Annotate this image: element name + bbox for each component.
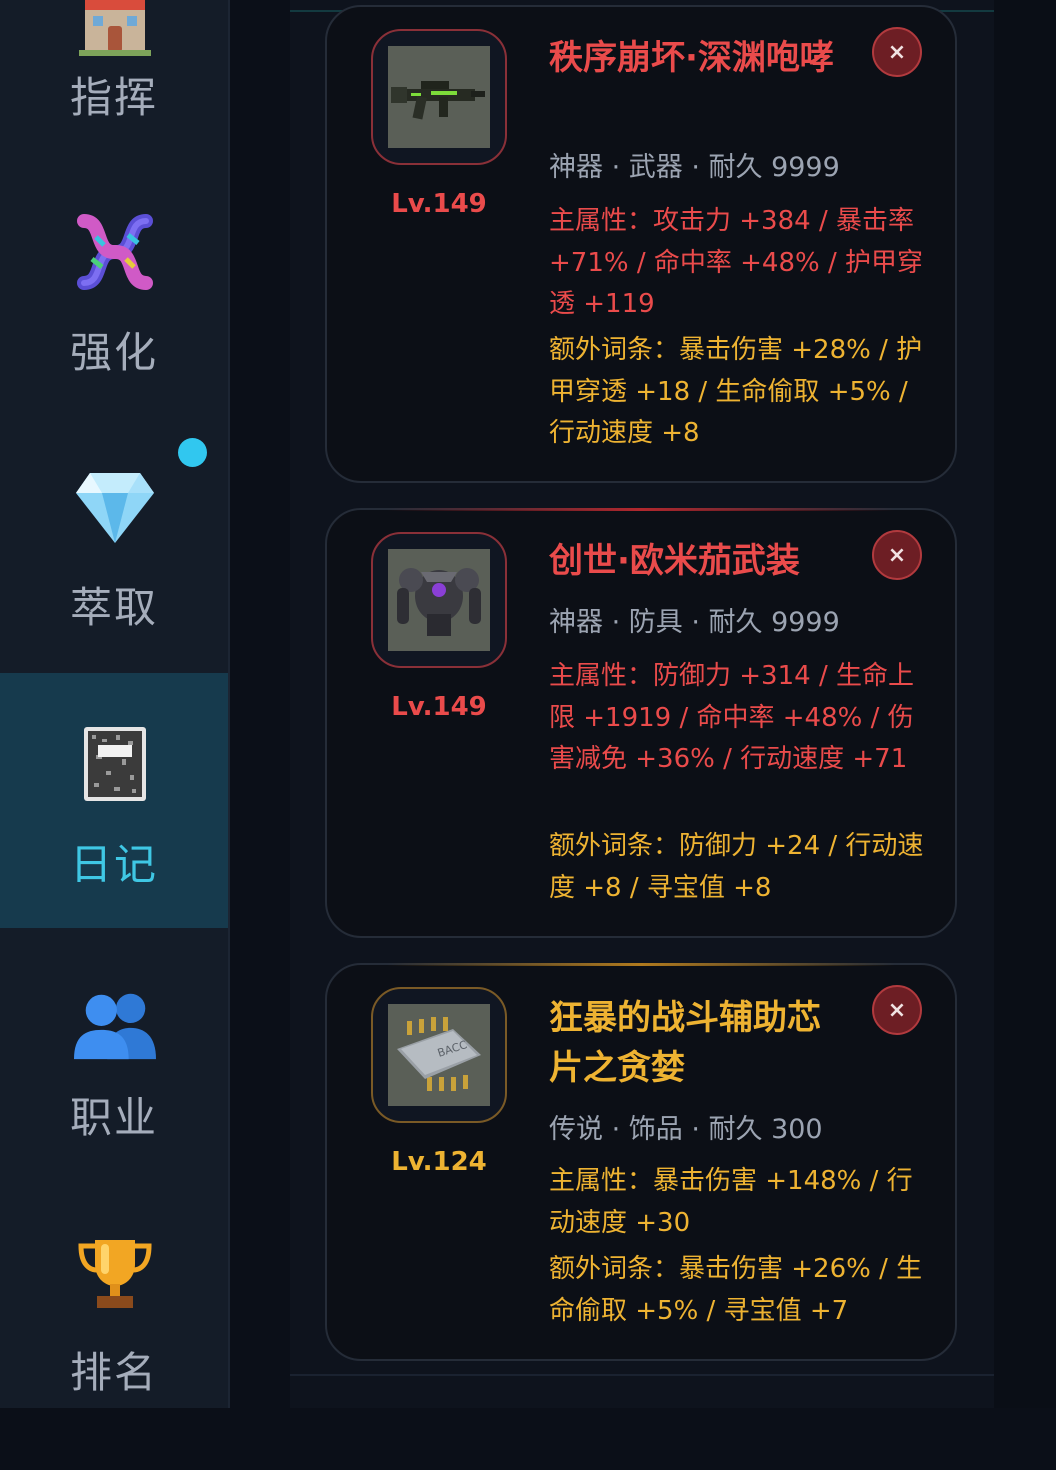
item-thumbnail[interactable]: BACC bbox=[371, 987, 507, 1123]
close-button[interactable]: × bbox=[872, 985, 922, 1035]
gem-icon bbox=[74, 466, 156, 548]
item-meta: 神器 · 武器 · 耐久 9999 bbox=[549, 152, 840, 183]
sidebar-item-ranking[interactable]: 排名 bbox=[0, 1215, 228, 1470]
sidebar-item-label: 排名 bbox=[69, 1348, 158, 1397]
sidebar: 指挥 强化 萃取 日记 职业 排名 bbox=[0, 0, 230, 1408]
dna-icon bbox=[74, 211, 156, 293]
close-button[interactable]: × bbox=[872, 530, 922, 580]
item-meta: 神器 · 防具 · 耐久 9999 bbox=[549, 607, 840, 638]
right-margin bbox=[994, 0, 1056, 1408]
building-icon bbox=[74, 0, 156, 67]
trophy-icon bbox=[74, 1233, 156, 1315]
close-icon: × bbox=[887, 542, 907, 568]
item-extra-stats: 额外词条：防御力 +24 / 行动速度 +8 / 寻宝值 +8 bbox=[549, 831, 924, 903]
item-card: Lv.149 秩序崩坏·深渊咆哮 × 神器 · 武器 · 耐久 9999 主属性… bbox=[325, 5, 957, 483]
divider bbox=[290, 1374, 994, 1376]
sidebar-item-label: 职业 bbox=[69, 1093, 158, 1142]
item-level: Lv.124 bbox=[391, 1147, 487, 1177]
close-button[interactable]: × bbox=[872, 27, 922, 77]
item-meta: 传说 · 饰品 · 耐久 300 bbox=[549, 1114, 823, 1145]
item-title: 创世·欧米茄武装 bbox=[549, 541, 800, 581]
notebook-icon bbox=[74, 723, 156, 805]
item-main-stats: 主属性：暴击伤害 +148% / 行动速度 +30 bbox=[549, 1166, 913, 1238]
sidebar-item-label: 日记 bbox=[69, 840, 158, 889]
equipment-list: Lv.149 秩序崩坏·深渊咆哮 × 神器 · 武器 · 耐久 9999 主属性… bbox=[290, 0, 994, 1408]
item-extra-stats: 额外词条：暴击伤害 +28% / 护甲穿透 +18 / 生命偷取 +5% / 行… bbox=[549, 335, 923, 448]
card-glow bbox=[387, 963, 895, 966]
notification-dot bbox=[178, 438, 207, 467]
sidebar-item-label: 指挥 bbox=[69, 73, 158, 122]
item-thumbnail[interactable] bbox=[371, 29, 507, 165]
item-title: 秩序崩坏·深渊咆哮 bbox=[549, 38, 834, 78]
close-icon: × bbox=[887, 39, 907, 65]
item-main-stats: 主属性：攻击力 +384 / 暴击率 +71% / 命中率 +48% / 护甲穿… bbox=[549, 206, 923, 319]
sidebar-item-command[interactable]: 指挥 bbox=[0, 0, 228, 195]
item-extra-stats: 额外词条：暴击伤害 +26% / 生命偷取 +5% / 寻宝值 +7 bbox=[549, 1254, 923, 1326]
card-glow bbox=[387, 508, 895, 511]
item-thumbnail[interactable] bbox=[371, 532, 507, 668]
mech-armor-icon bbox=[388, 549, 490, 651]
rifle-icon bbox=[388, 46, 490, 148]
users-icon bbox=[74, 984, 156, 1066]
item-level: Lv.149 bbox=[391, 692, 487, 722]
item-card: BACC Lv.124 狂暴的战斗辅助芯片之贪婪 × 传说 · 饰品 · 耐久 … bbox=[325, 963, 957, 1361]
item-main-stats: 主属性：防御力 +314 / 生命上限 +1919 / 命中率 +48% / 伤… bbox=[549, 661, 914, 774]
close-icon: × bbox=[887, 997, 907, 1023]
sidebar-item-enhance[interactable]: 强化 bbox=[0, 195, 228, 450]
chip-icon: BACC bbox=[388, 1004, 490, 1106]
sidebar-item-diary[interactable]: 日记 bbox=[0, 673, 228, 928]
sidebar-item-label: 强化 bbox=[69, 328, 158, 377]
item-level: Lv.149 bbox=[391, 189, 487, 219]
sidebar-item-extract[interactable]: 萃取 bbox=[0, 450, 228, 705]
sidebar-item-class[interactable]: 职业 bbox=[0, 960, 228, 1215]
item-title: 狂暴的战斗辅助芯片之贪婪 bbox=[549, 998, 821, 1088]
sidebar-item-label: 萃取 bbox=[69, 583, 158, 632]
item-card: Lv.149 创世·欧米茄武装 × 神器 · 防具 · 耐久 9999 主属性：… bbox=[325, 508, 957, 938]
